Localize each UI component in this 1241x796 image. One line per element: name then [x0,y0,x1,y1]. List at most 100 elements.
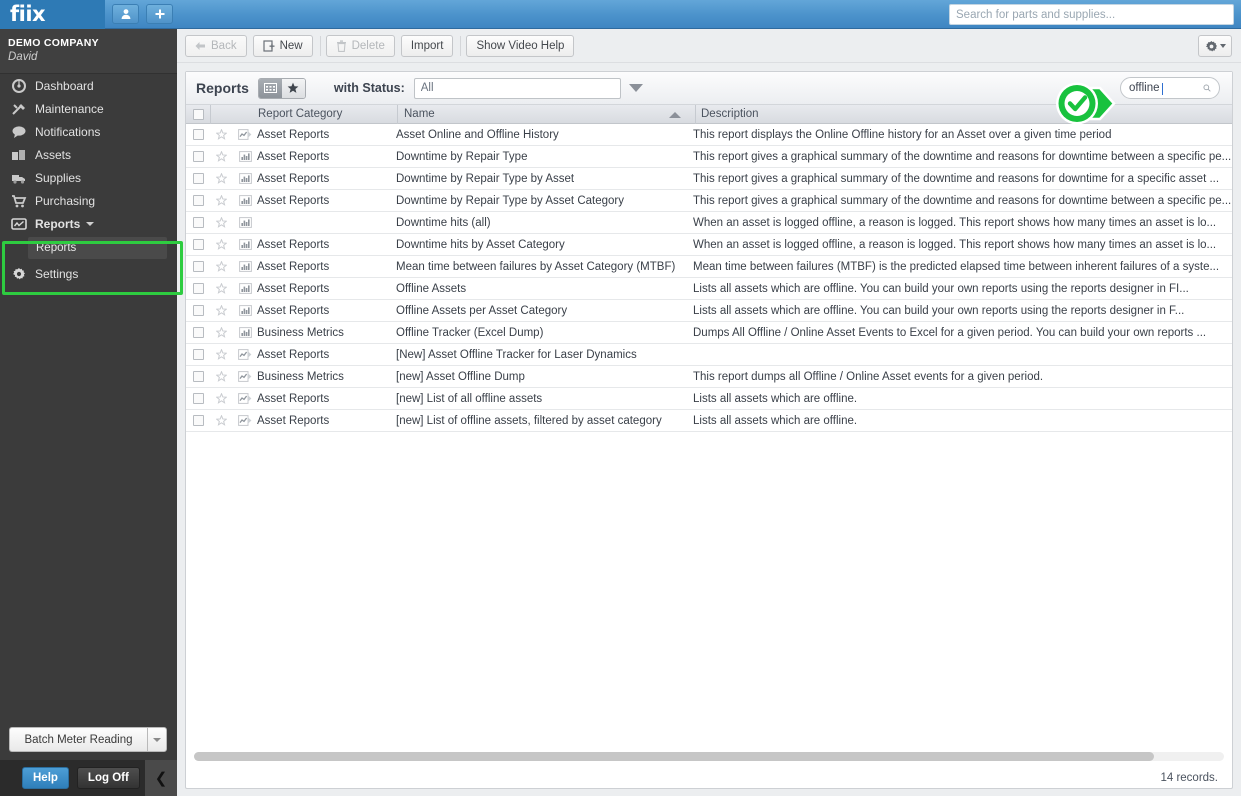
row-favorite-star[interactable] [210,261,233,272]
table-row[interactable]: Asset Reports Downtime by Repair Type This… [186,146,1232,168]
sidebar-item-maintenance[interactable]: Maintenance [0,97,177,120]
row-checkbox[interactable] [186,305,210,316]
chevron-down-icon [1219,44,1226,48]
column-header-name[interactable]: Name [398,108,695,120]
sidebar-item-settings[interactable]: Settings [0,262,177,285]
star-icon[interactable] [216,415,227,426]
table-row[interactable]: Asset Reports Downtime by Repair Type by … [186,190,1232,212]
row-favorite-star[interactable] [210,151,233,162]
favorites-view-button[interactable] [281,78,305,98]
star-icon[interactable] [216,371,227,382]
back-button[interactable]: Back [185,34,247,57]
table-row[interactable]: Asset Reports Mean time between failures … [186,256,1232,278]
star-icon[interactable] [216,349,227,360]
row-checkbox[interactable] [186,283,210,294]
star-icon[interactable] [216,195,227,206]
settings-menu-button[interactable] [1198,35,1232,57]
row-checkbox[interactable] [186,151,210,162]
row-checkbox[interactable] [186,261,210,272]
row-checkbox[interactable] [186,129,210,140]
sidebar-collapse-button[interactable]: ❮ [145,760,177,796]
star-icon[interactable] [216,217,227,228]
row-favorite-star[interactable] [210,283,233,294]
show-video-help-button[interactable]: Show Video Help [466,34,575,57]
row-favorite-star[interactable] [210,129,233,140]
row-favorite-star[interactable] [210,415,233,426]
sidebar-item-label: Maintenance [35,101,104,116]
table-row[interactable]: Asset Reports [new] List of all offline a… [186,388,1232,410]
select-all-checkbox[interactable] [186,108,210,120]
row-checkbox[interactable] [186,195,210,206]
row-checkbox[interactable] [186,327,210,338]
star-icon[interactable] [216,129,227,140]
grid-view-button[interactable] [258,78,282,98]
row-favorite-star[interactable] [210,239,233,250]
sidebar-item-dashboard[interactable]: Dashboard [0,74,177,97]
table-row[interactable]: Asset Reports [New] Asset Offline Tracker… [186,344,1232,366]
row-favorite-star[interactable] [210,371,233,382]
user-button[interactable] [112,4,139,24]
sidebar-item-purchasing[interactable]: Purchasing [0,189,177,212]
status-filter-input[interactable] [413,77,621,99]
star-icon[interactable] [216,283,227,294]
checkbox-icon [192,217,204,228]
star-icon[interactable] [216,151,227,162]
row-favorite-star[interactable] [210,195,233,206]
column-header-description[interactable]: Description [696,108,1232,120]
star-icon[interactable] [216,173,227,184]
table-row[interactable]: Asset Reports Offline Assets Lists all ass… [186,278,1232,300]
chevron-down-icon[interactable] [628,84,643,92]
sidebar-subitem-reports[interactable]: Reports [28,237,167,259]
star-icon[interactable] [216,327,227,338]
sidebar-item-label: Reports [35,216,81,231]
row-checkbox[interactable] [186,393,210,404]
sidebar-item-label: Purchasing [35,193,96,208]
sidebar-item-notifications[interactable]: Notifications [0,120,177,143]
table-row[interactable]: Asset Reports Offline Assets per Asset Ca… [186,300,1232,322]
row-favorite-star[interactable] [210,173,233,184]
reports-search-box[interactable] [1120,77,1220,99]
row-checkbox[interactable] [186,239,210,250]
table-row[interactable]: Asset Reports [new] List of offline asset… [186,410,1232,432]
column-header-report-category[interactable]: Report Category [258,108,397,120]
star-icon[interactable] [216,261,227,272]
table-row[interactable]: Downtime hits (all) When an asset is logg… [186,212,1232,234]
star-icon[interactable] [216,393,227,404]
table-row[interactable]: Business Metrics [new] Asset Offline Dump… [186,366,1232,388]
table-row[interactable]: Asset Reports Asset Online and Offline Hi… [186,124,1232,146]
row-checkbox[interactable] [186,349,210,360]
table-row[interactable]: Business Metrics Offline Tracker (Excel D… [186,322,1232,344]
table-row[interactable]: Asset Reports Downtime by Repair Type by … [186,168,1232,190]
horizontal-scrollbar[interactable] [194,752,1224,761]
batch-dropdown-toggle[interactable] [147,727,167,752]
star-icon[interactable] [216,305,227,316]
add-button[interactable] [146,4,173,24]
cell-report-category: Asset Reports [257,260,330,273]
search-icon[interactable] [1203,82,1211,94]
reports-search-input[interactable] [1129,82,1203,94]
sidebar-item-supplies[interactable]: Supplies [0,166,177,189]
row-checkbox[interactable] [186,371,210,382]
row-favorite-star[interactable] [210,349,233,360]
cell-name: Offline Tracker (Excel Dump) [396,326,544,339]
global-search-input[interactable] [949,4,1234,25]
row-favorite-star[interactable] [210,305,233,316]
star-icon[interactable] [216,239,227,250]
row-checkbox[interactable] [186,217,210,228]
scrollbar-thumb[interactable] [194,752,1154,761]
sidebar-item-assets[interactable]: Assets [0,143,177,166]
delete-button[interactable]: Delete [325,34,395,57]
import-button[interactable]: Import [400,34,454,57]
row-favorite-star[interactable] [210,393,233,404]
row-favorite-star[interactable] [210,217,233,228]
row-checkbox[interactable] [186,415,210,426]
table-row[interactable]: Asset Reports Downtime hits by Asset Cate… [186,234,1232,256]
batch-meter-reading-button[interactable]: Batch Meter Reading [9,727,147,752]
sidebar-item-reports[interactable]: Reports [0,212,177,235]
logoff-button[interactable]: Log Off [76,767,140,789]
new-button[interactable]: New [252,34,313,57]
checkbox-icon [192,239,204,250]
help-button[interactable]: Help [22,767,69,789]
row-checkbox[interactable] [186,173,210,184]
row-favorite-star[interactable] [210,327,233,338]
